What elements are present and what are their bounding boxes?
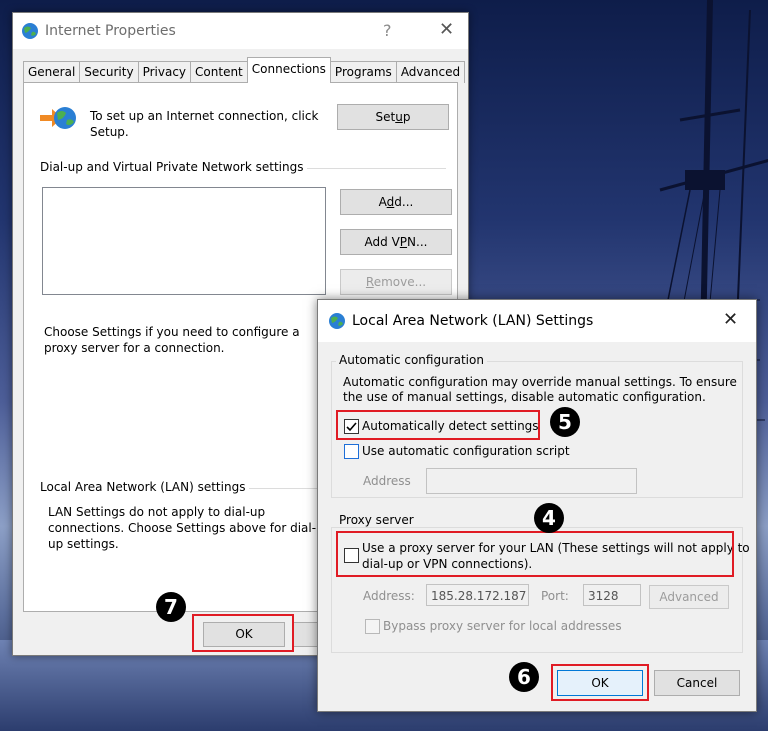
step-5-badge: 5 [550,407,580,437]
tab-content[interactable]: Content [190,61,248,83]
tab-strip: General Security Privacy Content Connect… [23,57,466,83]
add-button[interactable]: Add... [340,189,452,215]
lan-settings-window: Local Area Network (LAN) Settings ✕ Auto… [317,299,757,712]
script-address-input[interactable] [426,468,637,494]
auto-script-checkbox[interactable] [344,444,359,459]
step-7-badge: 7 [156,592,186,622]
step-4-badge: 4 [534,503,564,533]
script-address-label: Address [363,474,411,488]
lan-ok-button-highlight [551,664,649,701]
add-vpn-label-mnemonic: P [399,235,408,249]
step-6-badge: 6 [509,662,539,692]
tab-security[interactable]: Security [79,61,139,83]
tab-general[interactable]: General [23,61,81,83]
setup-label-mnemonic: u [395,110,403,124]
setup-label-prefix: Set [375,110,396,124]
tab-programs[interactable]: Programs [329,61,397,83]
internet-globe-icon [329,313,345,329]
use-proxy-highlight [336,531,734,577]
proxy-address-label: Address: [363,589,415,603]
choose-settings-description: Choose Settings if you need to configure… [44,325,300,355]
cancel-button[interactable]: Cancel [654,670,740,696]
remove-button[interactable]: Remove... [340,269,452,295]
add-vpn-label-prefix: Add V [364,235,400,249]
add-vpn-button[interactable]: Add VPN... [340,229,452,255]
port-label: Port: [541,589,569,603]
setup-button[interactable]: Setup [337,104,449,130]
connection-wizard-icon [40,107,76,129]
window-title: Local Area Network (LAN) Settings [352,313,594,329]
setup-label-suffix: p [402,110,411,124]
add-label-suffix: d... [394,195,414,209]
help-button[interactable]: ? [383,21,392,40]
internet-globe-icon [22,23,38,39]
advanced-button[interactable]: Advanced [649,585,729,609]
proxy-server-caption: Proxy server [336,513,417,527]
bypass-local-label[interactable]: Bypass proxy server for local addresses [383,618,622,634]
remove-label-suffix: emove... [373,275,427,289]
ok-button-highlight [192,614,294,652]
tab-connections[interactable]: Connections [246,57,331,83]
port-input[interactable]: 3128 [583,584,641,606]
title-bar: Local Area Network (LAN) Settings ✕ [318,300,756,342]
add-label-prefix: A [378,195,387,209]
add-vpn-label-suffix: N... [407,235,428,249]
setup-description: To set up an Internet connection, click … [90,109,319,139]
tab-privacy[interactable]: Privacy [137,61,192,83]
automatic-configuration-description: Automatic configuration may override man… [343,375,737,404]
close-icon[interactable]: ✕ [723,309,738,330]
automatic-configuration-caption: Automatic configuration [336,353,487,367]
close-icon[interactable]: ✕ [439,19,454,40]
connections-list[interactable] [42,187,326,295]
auto-detect-highlight [336,410,540,440]
bypass-local-checkbox[interactable] [365,619,380,634]
window-title: Internet Properties [45,23,176,39]
auto-script-label[interactable]: Use automatic configuration script [362,443,570,459]
title-bar: Internet Properties ? ✕ [13,13,468,49]
remove-label-mnemonic: R [365,275,374,289]
lan-settings-heading: Local Area Network (LAN) settings [40,480,250,494]
proxy-address-input[interactable]: 185.28.172.187 [426,584,529,606]
tab-advanced[interactable]: Advanced [395,61,466,83]
lan-settings-description: LAN Settings do not apply to dial-up con… [48,505,317,551]
dialup-vpn-heading: Dial-up and Virtual Private Network sett… [40,160,308,174]
